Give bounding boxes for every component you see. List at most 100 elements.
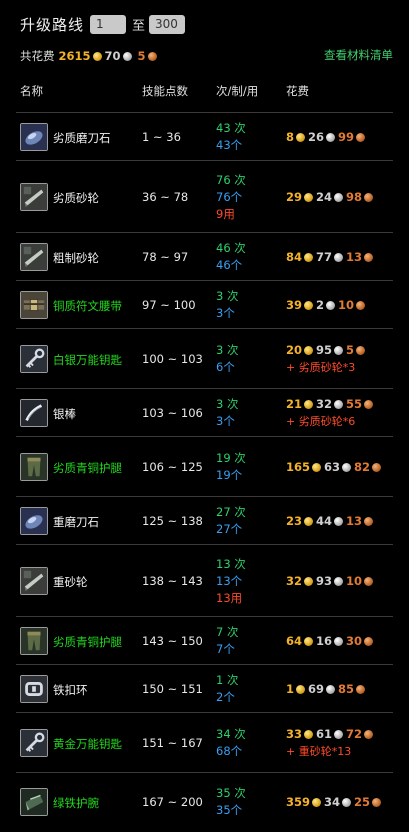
gold-amount: 21 [286,397,303,411]
item-name[interactable]: 铁扣环 [53,682,88,698]
table-row[interactable]: 银棒 103 ~ 106 3 次 3个 21 32 55 + 劣质砂轮*6 [16,388,393,436]
copper-coin-icon [364,576,374,586]
copper-coin-icon [356,684,366,694]
extra-material: + 重砂轮*13 [286,745,352,758]
copper-coin-icon [364,400,374,409]
item-name[interactable]: 黄金万能钥匙 [53,736,122,752]
grinding-stone-icon [20,567,48,595]
silver-coin-icon [334,730,344,739]
silver-coin-icon [334,516,344,526]
skill-range: 167 ~ 200 [142,795,203,809]
craft-counts: 76 次 76个 9用 [216,172,246,223]
item-name[interactable]: 重磨刀石 [53,514,99,530]
cost-amount: 23 44 13 [286,513,376,530]
table-row[interactable]: 绿铁护腕 167 ~ 200 35 次 35个 359 34 25 [16,772,393,830]
craft-counts: 34 次 68个 [216,726,246,760]
produced-count: 27个 [216,522,243,536]
gold-amount: 23 [286,513,303,528]
total-cost: 共花费 2615 70 5 [20,48,160,64]
silver-coin-icon [334,192,344,202]
craft-times: 46 次 [216,241,246,255]
craft-times: 35 次 [216,786,246,800]
produced-count: 7个 [216,642,235,656]
table-row[interactable]: 黄金万能钥匙 151 ~ 167 34 次 68个 33 61 72 + 重砂轮*13 [16,712,393,772]
whetstone-icon [20,123,48,151]
gold-amount: 8 [286,129,295,144]
silver-amount: 16 [316,633,333,648]
level-from-input[interactable]: 1 [90,15,127,34]
item-name[interactable]: 粗制砂轮 [53,250,99,266]
item-name[interactable]: 银棒 [53,406,76,422]
level-to-input[interactable]: 300 [149,15,186,34]
table-row[interactable]: 白银万能钥匙 100 ~ 103 3 次 6个 20 95 5 + 劣质砂轮*3 [16,328,393,388]
grinding-stone-icon [20,243,48,271]
column-header-range: 技能点数 [142,84,188,98]
gold-amount: 20 [286,343,303,357]
buckle-icon [20,675,48,703]
cost: 359 34 25 [286,794,384,811]
copper-amount: 13 [346,513,363,528]
cost-amount: 32 93 10 [286,573,376,590]
craft-times: 1 次 [216,673,239,687]
table-row[interactable]: 劣质青铜护腿 106 ~ 125 19 次 19个 165 63 82 [16,436,393,496]
gold-coin-icon [312,797,322,807]
leggings-icon [20,627,48,655]
silver-coin-icon [334,576,344,586]
column-header-times: 次/制/用 [216,84,259,98]
table-row[interactable]: 劣质磨刀石 1 ~ 36 43 次 43个 8 26 99 [16,112,393,160]
copper-coin-icon [364,516,374,526]
key-icon [20,345,48,373]
produced-count: 6个 [216,360,235,374]
craft-times: 3 次 [216,289,239,303]
silver-coin-icon [342,462,352,472]
cost-amount: 165 63 82 [286,459,384,476]
bracer-icon [20,788,48,816]
copper-amount: 5 [346,343,355,357]
table-row[interactable]: 铁扣环 150 ~ 151 1 次 2个 1 69 85 [16,664,393,712]
item-name[interactable]: 劣质青铜护腿 [53,634,122,650]
extra-material: + 劣质砂轮*6 [286,415,356,428]
gold-coin-icon [296,684,306,694]
view-materials-link[interactable]: 查看材料清单 [324,47,393,63]
total-silver: 70 [104,49,121,63]
silver-coin-icon [334,400,344,409]
silver-coin-icon [326,132,336,142]
table-row[interactable]: 劣质砂轮 36 ~ 78 76 次 76个 9用 29 24 98 [16,160,393,232]
skill-range: 143 ~ 150 [142,634,203,648]
item-name[interactable]: 白银万能钥匙 [53,352,122,368]
copper-coin-icon [364,252,374,262]
craft-times: 27 次 [216,505,246,519]
table-row[interactable]: 重磨刀石 125 ~ 138 27 次 27个 23 44 13 [16,496,393,544]
silver-amount: 77 [316,249,333,264]
skill-range: 106 ~ 125 [142,460,203,474]
copper-amount: 25 [354,794,371,809]
produced-count: 76个 [216,189,243,204]
item-name[interactable]: 重砂轮 [53,574,88,590]
table-row[interactable]: 重砂轮 138 ~ 143 13 次 13个 13用 32 93 10 [16,544,393,616]
produced-count: 3个 [216,306,235,320]
silver-amount: 32 [316,397,333,411]
copper-amount: 30 [346,633,363,648]
item-name[interactable]: 绿铁护腕 [53,795,99,811]
cost-amount: 21 32 55 [286,396,376,413]
skill-range: 100 ~ 103 [142,352,203,366]
table-row[interactable]: 劣质青铜护腿 143 ~ 150 7 次 7个 64 16 30 [16,616,393,664]
craft-times: 19 次 [216,451,246,465]
gold-amount: 1 [286,681,295,696]
item-name[interactable]: 劣质磨刀石 [53,130,111,146]
whetstone-icon [20,507,48,535]
craft-counts: 3 次 3个 [216,288,238,322]
table-row[interactable]: 粗制砂轮 78 ~ 97 46 次 46个 84 77 13 [16,232,393,280]
belt-icon [20,291,48,319]
gold-amount: 39 [286,297,303,312]
cost: 64 16 30 [286,633,376,650]
copper-amount: 10 [346,573,363,588]
item-name[interactable]: 铜质符文腰带 [53,298,122,314]
silver-coin-icon [334,346,344,355]
leggings-icon [20,453,48,481]
table-row[interactable]: 铜质符文腰带 97 ~ 100 3 次 3个 39 2 10 [16,280,393,328]
item-name[interactable]: 劣质砂轮 [53,190,99,206]
skill-range: 125 ~ 138 [142,514,203,528]
gold-coin-icon [304,636,314,646]
item-name[interactable]: 劣质青铜护腿 [53,460,122,476]
